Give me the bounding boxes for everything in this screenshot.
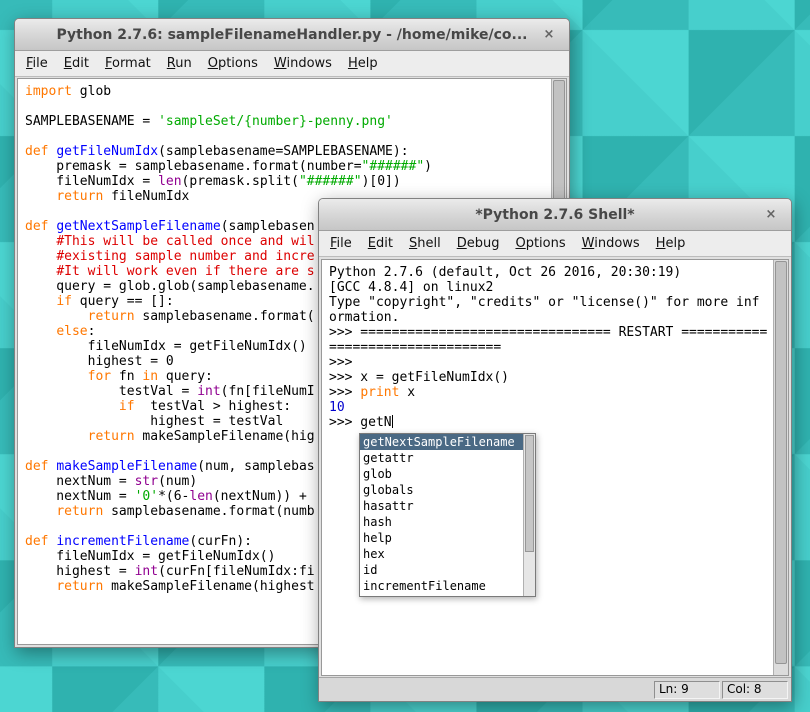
menu-help[interactable]: Help xyxy=(648,233,694,254)
shell-statusbar: Ln: 9 Col: 8 xyxy=(319,677,791,701)
menu-file[interactable]: File xyxy=(322,233,360,254)
shell-lines: Python 2.7.6 (default, Oct 26 2016, 20:3… xyxy=(329,265,770,430)
code-line xyxy=(25,129,548,144)
code-line: import glob xyxy=(25,84,548,99)
autocomplete-item[interactable]: hex xyxy=(360,546,523,562)
autocomplete-item[interactable]: hasattr xyxy=(360,498,523,514)
code-line: >>> ================================ RES… xyxy=(329,325,770,340)
code-line: >>> x = getFileNumIdx() xyxy=(329,370,770,385)
close-icon[interactable]: × xyxy=(541,27,557,43)
text-cursor xyxy=(392,415,393,428)
autocomplete-list: getNextSampleFilenamegetattrglobglobalsh… xyxy=(360,434,523,596)
menu-help[interactable]: Help xyxy=(340,53,386,74)
menu-debug[interactable]: Debug xyxy=(449,233,508,254)
status-line-indicator: Ln: 9 xyxy=(654,681,720,699)
editor-menubar: FileEditFormatRunOptionsWindowsHelp xyxy=(15,51,569,77)
shell-window-title: *Python 2.7.6 Shell* xyxy=(475,207,634,223)
autocomplete-item[interactable]: globals xyxy=(360,482,523,498)
autocomplete-item[interactable]: incrementFilename xyxy=(360,578,523,594)
close-icon[interactable]: × xyxy=(763,207,779,223)
code-line xyxy=(25,99,548,114)
shell-window: *Python 2.7.6 Shell* × FileEditShellDebu… xyxy=(318,198,792,702)
code-line: >>> getN xyxy=(329,415,770,430)
code-line: premask = samplebasename.format(number="… xyxy=(25,159,548,174)
code-line: ====================== xyxy=(329,340,770,355)
menu-windows[interactable]: Windows xyxy=(266,53,340,74)
menu-shell[interactable]: Shell xyxy=(401,233,449,254)
code-line: fileNumIdx = len(premask.split("######")… xyxy=(25,174,548,189)
menu-edit[interactable]: Edit xyxy=(360,233,401,254)
code-line: >>> xyxy=(329,355,770,370)
code-line: Python 2.7.6 (default, Oct 26 2016, 20:3… xyxy=(329,265,770,280)
status-col-indicator: Col: 8 xyxy=(722,681,788,699)
code-line: ormation. xyxy=(329,310,770,325)
code-line: Type "copyright", "credits" or "license(… xyxy=(329,295,770,310)
shell-menubar: FileEditShellDebugOptionsWindowsHelp xyxy=(319,231,791,257)
code-line: [GCC 4.8.4] on linux2 xyxy=(329,280,770,295)
code-line: 10 xyxy=(329,400,770,415)
code-line: >>> print x xyxy=(329,385,770,400)
menu-edit[interactable]: Edit xyxy=(56,53,97,74)
autocomplete-scrollbar[interactable] xyxy=(523,434,535,596)
menu-run[interactable]: Run xyxy=(159,53,200,74)
autocomplete-item[interactable]: hash xyxy=(360,514,523,530)
code-line: def getFileNumIdx(samplebasename=SAMPLEB… xyxy=(25,144,548,159)
autocomplete-popup: getNextSampleFilenamegetattrglobglobalsh… xyxy=(359,433,536,597)
shell-scrollbar-thumb[interactable] xyxy=(775,261,787,664)
autocomplete-item[interactable]: getattr xyxy=(360,450,523,466)
autocomplete-scrollbar-thumb[interactable] xyxy=(525,435,534,552)
menu-options[interactable]: Options xyxy=(200,53,266,74)
autocomplete-item[interactable]: glob xyxy=(360,466,523,482)
editor-window-title: Python 2.7.6: sampleFilenameHandler.py -… xyxy=(56,27,527,43)
desktop: Python 2.7.6: sampleFilenameHandler.py -… xyxy=(0,0,810,712)
menu-windows[interactable]: Windows xyxy=(574,233,648,254)
shell-scrollbar[interactable] xyxy=(773,260,788,675)
menu-format[interactable]: Format xyxy=(97,53,159,74)
menu-file[interactable]: File xyxy=(18,53,56,74)
autocomplete-item[interactable]: id xyxy=(360,562,523,578)
editor-titlebar[interactable]: Python 2.7.6: sampleFilenameHandler.py -… xyxy=(15,19,569,51)
menu-options[interactable]: Options xyxy=(507,233,573,254)
shell-titlebar[interactable]: *Python 2.7.6 Shell* × xyxy=(319,199,791,231)
code-line: SAMPLEBASENAME = 'sampleSet/{number}-pen… xyxy=(25,114,548,129)
autocomplete-item[interactable]: help xyxy=(360,530,523,546)
autocomplete-item[interactable]: getNextSampleFilename xyxy=(360,434,523,450)
